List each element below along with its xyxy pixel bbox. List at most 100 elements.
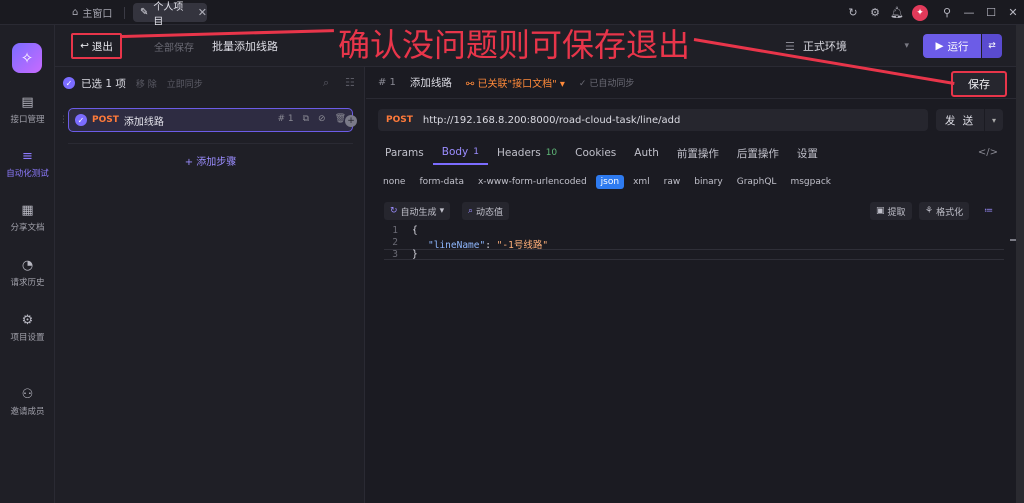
code-line-close: } [412, 249, 418, 260]
project-tab[interactable]: ✎ 个人项目 ✕ [133, 2, 207, 28]
annotation-text: 确认没问题则可保存退出 [338, 26, 691, 64]
body-type-raw[interactable]: raw [659, 175, 686, 189]
page-title: 批量添加线路 [212, 40, 278, 53]
invite-icon: ⚇ [21, 387, 34, 402]
sidebar-item-label: 自动化测试 [6, 169, 49, 179]
dynamic-value-label: 动态值 [476, 207, 504, 218]
chevron-down-icon: ▾ [439, 206, 445, 216]
gear-icon[interactable]: ⚙ [864, 0, 886, 25]
step-row[interactable]: ✓ POST 添加线路 # 1 ⧉ ⊘ 🗑︎ [68, 108, 353, 132]
run-button[interactable]: ▶ 运行 [923, 34, 981, 58]
remove-button[interactable]: 移 除 [136, 77, 157, 90]
tab-auth[interactable]: Auth [625, 141, 668, 165]
extract-button[interactable]: ▣ 提取 [870, 202, 912, 220]
url-bar[interactable]: POST http://192.168.8.200:8000/road-clou… [378, 109, 928, 131]
sidebar-item-share-doc[interactable]: ▦ 分享文档 [0, 203, 55, 233]
line-number: 1 [392, 225, 398, 236]
bell-icon[interactable]: 🔔︎ [886, 0, 908, 25]
project-tab-label: 个人项目 [153, 1, 184, 28]
tab-body[interactable]: Body 1 [432, 141, 488, 165]
chevron-down-icon: ▾ [904, 41, 909, 51]
steps-header: ✓ 已选 1 项 移 除 立即同步 [55, 67, 365, 99]
body-type-msgpack[interactable]: msgpack [785, 175, 836, 189]
search-icon[interactable]: ⌕ [323, 76, 329, 90]
body-type-binary[interactable]: binary [689, 175, 727, 189]
add-after-icon[interactable]: + [345, 115, 357, 127]
tab-count: 10 [545, 148, 558, 158]
json-editor[interactable]: 1 2 3 { "lineName": "-1号线路" } [384, 225, 1020, 261]
exit-button-label: 退出 [91, 40, 113, 53]
extract-icon: ▣ [876, 206, 885, 216]
tab-pre-ops[interactable]: 前置操作 [668, 141, 728, 165]
code-line-body: "lineName": "-1号线路" [428, 237, 548, 251]
format-button[interactable]: ⚘ 格式化 [919, 202, 970, 220]
send-options-button[interactable]: ▾ [985, 109, 1003, 131]
environment-icon: ☰ [785, 39, 795, 53]
check-icon[interactable]: ✓ [63, 77, 75, 89]
json-colon: : [485, 240, 497, 251]
pin-icon[interactable]: ⚲ [936, 0, 958, 25]
app-logo: ✧ [12, 43, 42, 73]
environment-label: 正式环境 [802, 40, 847, 53]
json-key: "lineName" [428, 240, 486, 251]
minimize-icon[interactable]: — [958, 0, 980, 25]
format-icon: ⚘ [925, 206, 934, 216]
undo-icon: ↩ [80, 40, 89, 52]
settings-icon: ⚙ [21, 313, 34, 328]
list-toggle-icon[interactable]: ☷ [345, 76, 355, 89]
url-input[interactable]: http://192.168.8.200:8000/road-cloud-tas… [423, 115, 680, 126]
edit-icon: ✎ [140, 7, 149, 18]
body-type-json[interactable]: json [595, 175, 625, 189]
body-type-none[interactable]: none [378, 175, 410, 189]
save-button[interactable]: 保存 [951, 71, 1007, 97]
window-controls: ↻ ⚙ 🔔︎ ✦ ⚲ — ☐ ✕ [842, 0, 1024, 25]
code-icon[interactable]: </> [978, 147, 998, 158]
close-tab-icon[interactable]: ✕ [198, 6, 207, 19]
run-options-button[interactable]: ⇄ [982, 34, 1002, 58]
body-type-form-data[interactable]: form-data [414, 175, 469, 189]
tab-label: Headers [497, 147, 541, 159]
home-tab[interactable]: ⌂ 主窗口 [72, 0, 112, 25]
sidebar-item-settings[interactable]: ⚙ 项目设置 [0, 313, 55, 343]
body-type-graphql[interactable]: GraphQL [732, 175, 782, 189]
extract-label: 提取 [887, 207, 906, 218]
send-button[interactable]: 发 送 [936, 109, 984, 131]
dynamic-value-button[interactable]: ⌕ 动态值 [462, 202, 510, 220]
sidebar-item-label: 分享文档 [10, 223, 45, 233]
refresh-icon[interactable]: ↻ [842, 0, 864, 25]
maximize-icon[interactable]: ☐ [980, 0, 1002, 25]
sync-now-button[interactable]: 立即同步 [167, 77, 203, 90]
request-method[interactable]: POST [386, 115, 413, 125]
sidebar-item-history[interactable]: ◔ 请求历史 [0, 258, 55, 288]
body-type-xml[interactable]: xml [628, 175, 655, 189]
disable-icon[interactable]: ⊘ [318, 114, 326, 124]
body-type-urlencoded[interactable]: x-www-form-urlencoded [473, 175, 592, 189]
sidebar-item-automation[interactable]: ≡ 自动化测试 [0, 149, 55, 179]
tab-post-ops[interactable]: 后置操作 [728, 141, 788, 165]
tab-count: 1 [473, 147, 479, 157]
automation-icon: ≡ [22, 149, 33, 164]
request-name: 添加线路 [409, 77, 452, 89]
sidebar-item-api[interactable]: ▤ 接口管理 [0, 95, 55, 125]
sidebar-item-invite[interactable]: ⚇ 邀请成员 [0, 387, 55, 417]
tab-headers[interactable]: Headers 10 [488, 141, 566, 165]
close-window-icon[interactable]: ✕ [1002, 0, 1024, 25]
linked-doc-dropdown[interactable]: ⚯ 已关联"接口文档" ▾ [466, 75, 565, 90]
editor-toolbar: ↻ 自动生成 ▾ ⌕ 动态值 ▣ 提取 ⚘ 格式化 ≔ [384, 202, 1004, 222]
tab-params[interactable]: Params [376, 141, 433, 165]
auto-generate-button[interactable]: ↻ 自动生成 ▾ [384, 202, 451, 220]
share-doc-icon: ▦ [21, 203, 34, 218]
tab-cookies[interactable]: Cookies [566, 141, 625, 165]
scrollbar[interactable] [1016, 25, 1024, 503]
wrap-icon[interactable]: ≔ [978, 202, 999, 220]
copy-icon[interactable]: ⧉ [303, 114, 309, 124]
save-all-button[interactable]: 全部保存 [154, 39, 194, 54]
exit-button[interactable]: ↩ 退出 [71, 33, 122, 59]
sidebar-item-label: 接口管理 [10, 115, 45, 125]
add-step-button[interactable]: + 添加步骤 [68, 143, 353, 168]
step-check-icon[interactable]: ✓ [75, 114, 87, 126]
link-icon: ⚯ [465, 79, 475, 90]
avatar[interactable]: ✦ [912, 4, 928, 21]
tab-settings[interactable]: 设置 [788, 141, 827, 165]
steps-panel: ✓ 已选 1 项 移 除 立即同步 ⌕ ☷ ⋮⋮ ✓ POST 添加线路 # 1… [55, 67, 365, 503]
